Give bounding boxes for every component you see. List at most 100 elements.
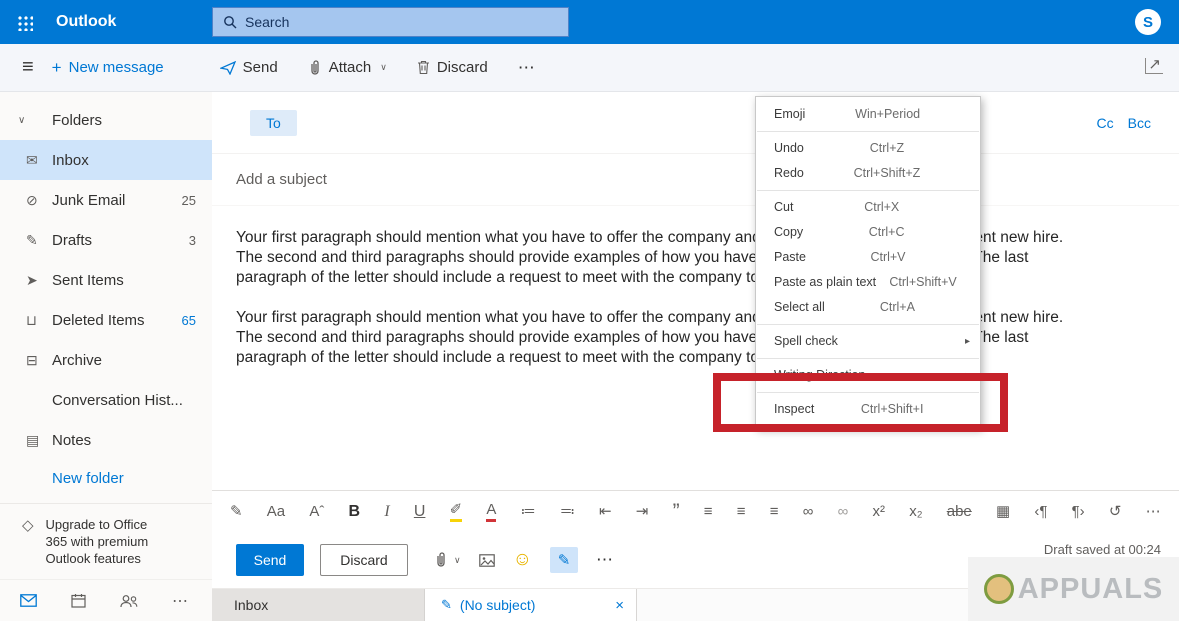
outdent-icon[interactable]: ⇤ [599,503,612,521]
attach-button[interactable]: Attach ∨ [298,53,397,82]
unlink-icon[interactable]: ∞ [838,503,849,521]
send-button[interactable]: Send [236,544,304,576]
mail-module-icon[interactable] [20,594,37,607]
font-size-icon[interactable]: Aˆ [309,503,324,521]
align-center-icon[interactable]: ≡ [737,503,746,521]
submenu-arrow-icon: ▸ [965,334,970,349]
close-icon[interactable]: × [615,597,624,614]
pencil-icon: ✎ [441,597,452,613]
context-menu-item-label: Redo [774,166,804,181]
paragraph-rtl-icon[interactable]: ‹¶ [1034,503,1047,521]
menu-item-paste-as-plain-text[interactable]: Paste as plain text Ctrl+Shift+V [756,270,980,295]
link-icon[interactable]: ∞ [803,503,814,521]
formatting-options-toggle[interactable]: ✎ [550,547,578,573]
folder-icon: ⊘ [26,192,52,209]
open-in-new-window-icon[interactable]: ↗ [1145,58,1163,74]
people-module-icon[interactable] [120,594,138,608]
sidebar-item-junk-email[interactable]: ⊘ Junk Email 25 [0,180,212,220]
bcc-button[interactable]: Bcc [1128,115,1151,131]
attach-label: Attach [329,59,372,76]
discard-button[interactable]: Discard [320,544,408,576]
undo-icon[interactable]: ↺ [1109,503,1122,521]
new-message-button[interactable]: + New message [52,58,164,78]
folder-icon: ▤ [26,432,52,449]
sidebar-item-notes[interactable]: ▤ Notes [0,420,212,460]
paperclip-icon[interactable] [434,552,448,568]
premium-diamond-icon: ◇ [22,516,34,567]
annotation-highlight-box [713,373,1008,432]
cc-button[interactable]: Cc [1097,115,1114,131]
underline-icon[interactable]: U [414,503,426,521]
more-formatting-icon[interactable]: ⋯ [1146,503,1161,521]
numbered-list-icon[interactable]: ≕ [560,503,575,521]
strikethrough-icon[interactable]: abe [947,503,972,521]
bold-icon[interactable]: B [349,503,361,521]
sidebar-item-drafts[interactable]: ✎ Drafts 3 [0,220,212,260]
superscript-icon[interactable]: x² [873,503,886,521]
top-app-bar: Outlook S [0,0,1179,44]
menu-item-cut[interactable]: Cut Ctrl+X [756,195,980,220]
format-painter-icon[interactable]: ✎ [230,503,243,521]
search-bar[interactable] [212,7,569,37]
sidebar-item-sent-items[interactable]: ➤ Sent Items [0,260,212,300]
more-compose-actions-icon[interactable]: ⋯ [596,550,613,570]
folder-list: ✉ Inbox ⊘ Junk Email 25 ✎ Drafts 3 [0,140,212,460]
compose-body[interactable]: Your first paragraph should mention what… [212,206,1179,490]
menu-item-copy[interactable]: Copy Ctrl+C [756,220,980,245]
italic-icon[interactable]: I [384,503,389,521]
app-launcher-button[interactable] [0,0,48,44]
context-menu-item-label: Spell check [774,334,838,349]
insert-image-icon[interactable]: ▦ [996,503,1010,521]
folders-header[interactable]: ∨ Folders [0,100,212,140]
align-left-icon[interactable]: ≡ [704,503,713,521]
context-menu-item-label: Select all [774,300,825,315]
discard-toolbar-button[interactable]: Discard [407,53,498,82]
menu-item-paste[interactable]: Paste Ctrl+V [756,245,980,270]
menu-item-select-all[interactable]: Select all Ctrl+A [756,295,980,320]
context-menu-item-label: Paste as plain text [774,275,876,290]
highlight-icon[interactable]: ✐ [450,501,463,522]
skype-icon[interactable]: S [1135,9,1161,35]
font-color-icon[interactable]: A [486,501,496,522]
subscript-icon[interactable]: x₂ [909,503,922,521]
sidebar-item-inbox[interactable]: ✉ Inbox [0,140,212,180]
menu-item-redo[interactable]: Redo Ctrl+Shift+Z [756,161,980,186]
folder-icon: ✉ [26,152,52,169]
tab-no-subject[interactable]: ✎ (No subject) × [425,589,637,621]
more-modules-icon[interactable]: ⋯ [172,591,188,611]
subject-input[interactable]: Add a subject [212,154,1179,206]
folder-icon: ⊟ [26,352,52,369]
more-commands-icon[interactable]: ⋯ [508,58,545,78]
paragraph-ltr-icon[interactable]: ¶› [1072,503,1085,521]
folder-label: Sent Items [52,272,124,289]
indent-icon[interactable]: ⇥ [636,503,649,521]
folder-sidebar: ∨ Folders ✉ Inbox ⊘ Junk Email 25 ✎ [0,92,212,621]
bullet-list-icon[interactable]: ≔ [521,503,536,521]
send-toolbar-button[interactable]: Send [210,53,288,82]
folder-label: Drafts [52,232,92,249]
menu-item-undo[interactable]: Undo Ctrl+Z [756,136,980,161]
to-button[interactable]: To [250,110,297,136]
sidebar-item-archive[interactable]: ⊟ Archive [0,340,212,380]
app-launcher-grid-icon [16,14,33,31]
insert-picture-icon[interactable] [479,554,495,567]
sidebar-item-deleted-items[interactable]: ⊔ Deleted Items 65 [0,300,212,340]
search-input[interactable] [245,14,558,30]
emoji-picker-icon[interactable]: ☺ [513,549,532,571]
font-icon[interactable]: Aa [267,503,285,521]
new-folder-button[interactable]: New folder [0,460,212,497]
sidebar-item-conversation-history[interactable]: Conversation Hist... [0,380,212,420]
calendar-module-icon[interactable] [71,593,86,608]
tab-inbox[interactable]: Inbox [212,589,425,621]
menu-item-emoji[interactable]: Emoji Win+Period [756,102,980,127]
chevron-down-icon[interactable]: ∨ [454,555,461,566]
folders-label: Folders [52,112,102,129]
quote-icon[interactable]: ” [673,505,680,519]
discard-toolbar-label: Discard [437,59,488,76]
hamburger-menu-icon[interactable]: ≡ [22,56,34,79]
context-menu-shortcut: Ctrl+Shift+Z [854,166,921,181]
align-right-icon[interactable]: ≡ [770,503,779,521]
upgrade-banner[interactable]: ◇ Upgrade to Office 365 with premium Out… [0,503,212,579]
menu-item-spell-check[interactable]: Spell check ▸ [756,329,980,354]
chevron-down-icon: ∨ [380,62,387,73]
